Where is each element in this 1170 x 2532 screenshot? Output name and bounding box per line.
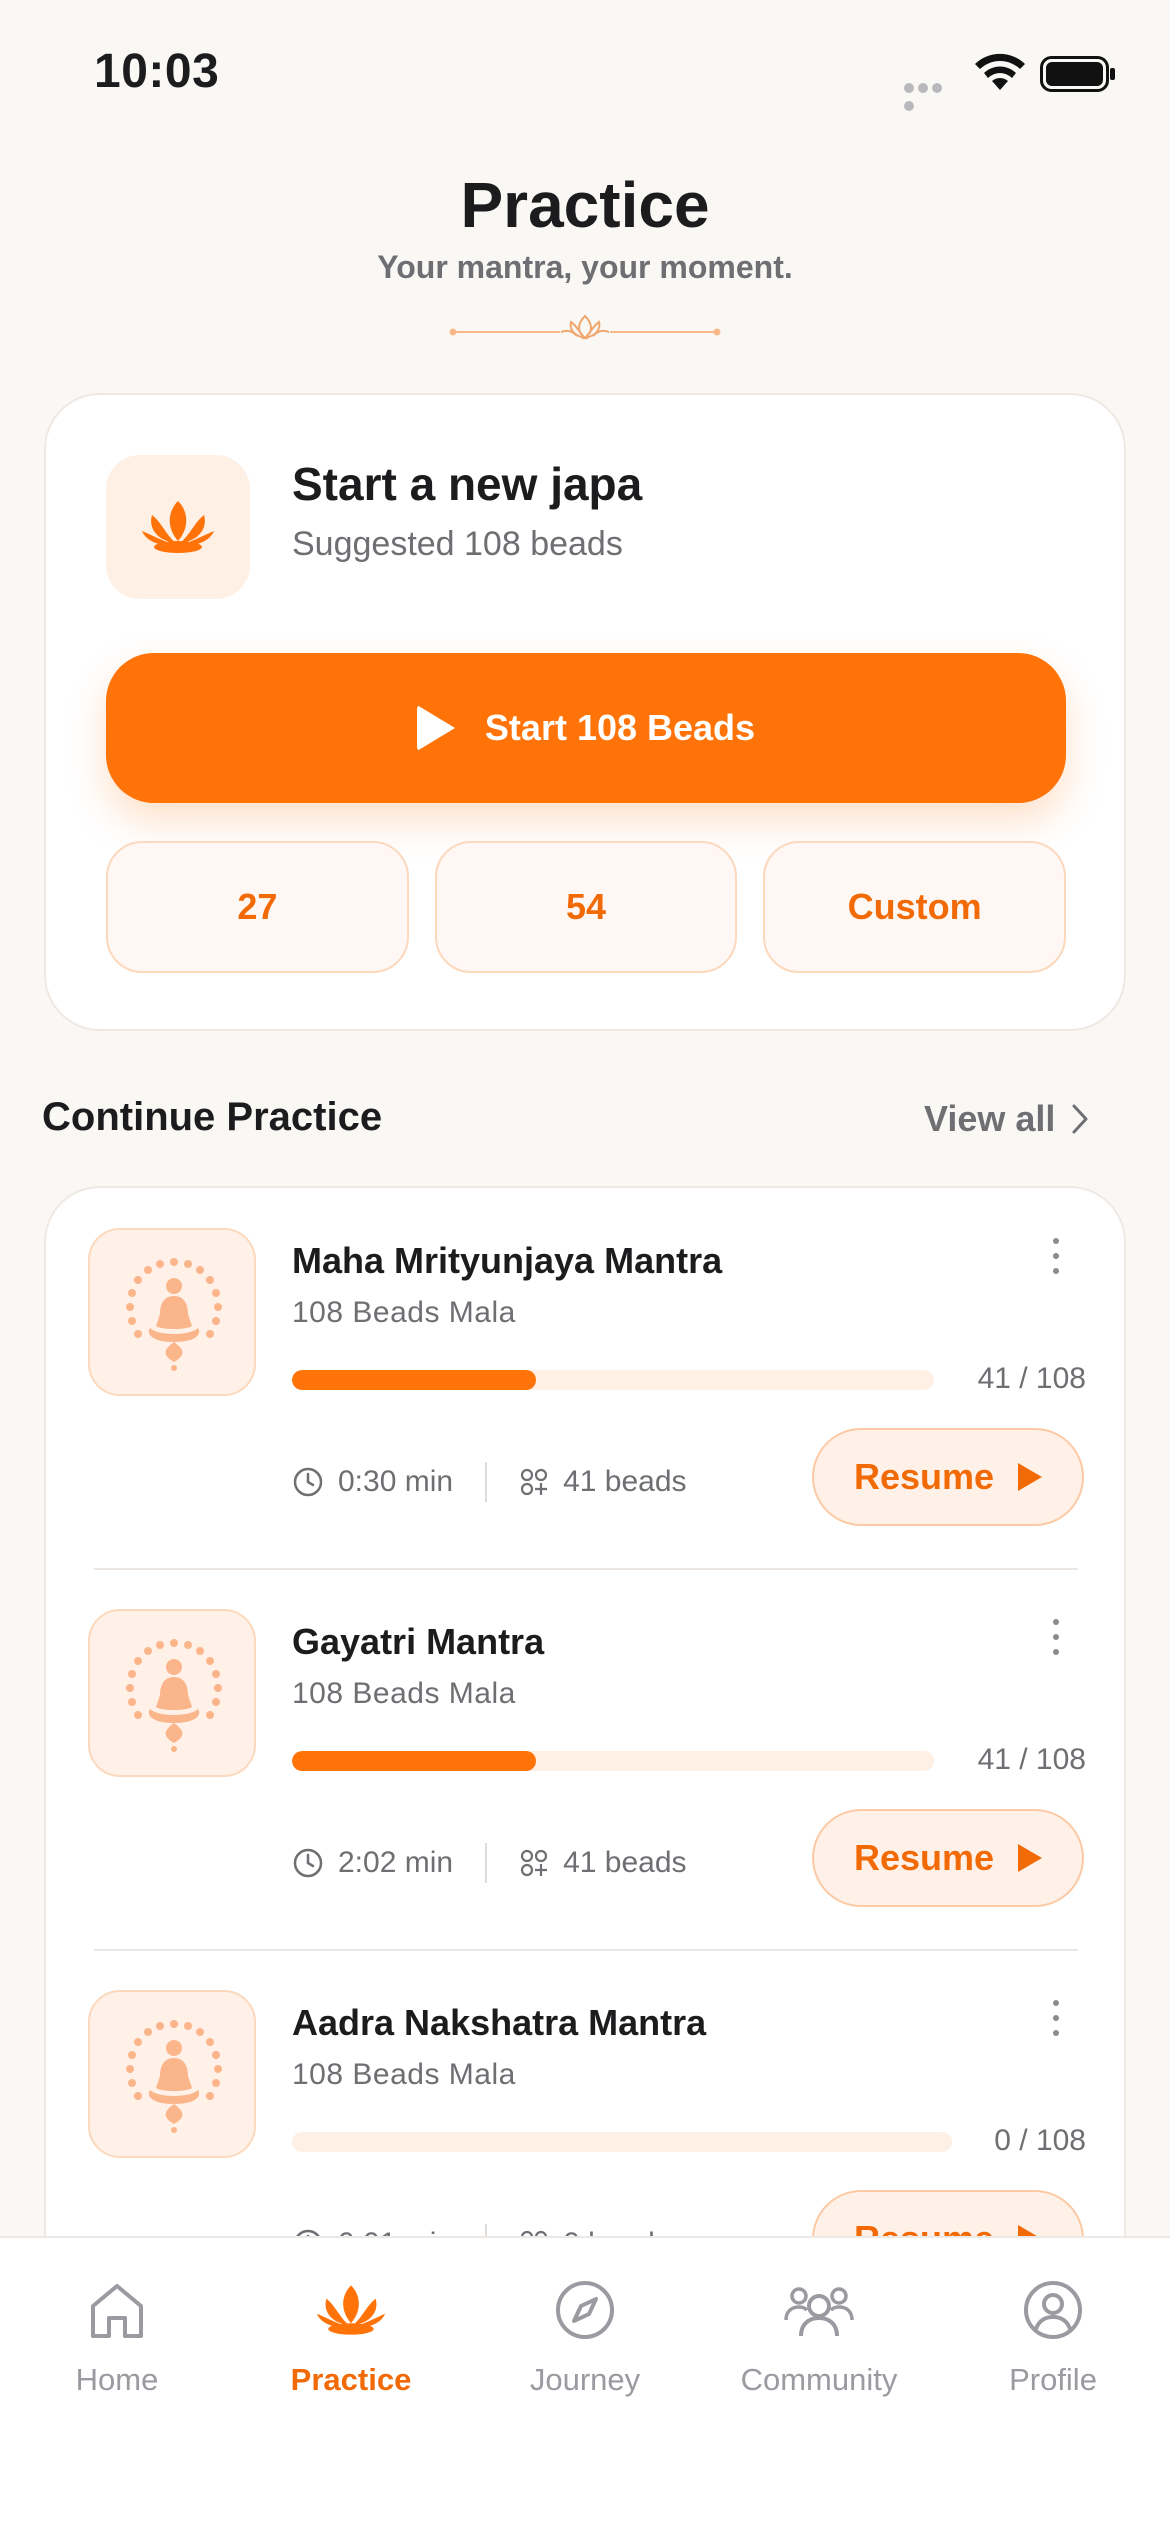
session-meta: 0:30 min 41 beads	[292, 1460, 687, 1504]
more-options-icon[interactable]	[1046, 1238, 1066, 1282]
view-all-label: View all	[924, 1098, 1056, 1139]
new-japa-title: Start a new japa	[292, 458, 643, 510]
progress-bar	[292, 2132, 952, 2152]
mantra-name: Gayatri Mantra	[292, 1621, 545, 1662]
progress-label: 41 / 108	[977, 1743, 1086, 1776]
resume-button[interactable]: Resume	[812, 1428, 1084, 1526]
quick-bead-options: 27 54 Custom	[106, 841, 1067, 973]
bottom-tab-bar: Home Practice Journey Community Profile	[0, 2236, 1170, 2532]
tab-community-label: Community	[740, 2362, 898, 2397]
mantra-avatar	[88, 1990, 256, 2158]
mantra-avatar	[88, 1609, 256, 1777]
meditation-icon	[126, 1258, 222, 1371]
session-meta: 2:02 min 41 beads	[292, 1841, 687, 1885]
clock-icon	[293, 1848, 323, 1878]
page-title: Practice	[460, 169, 710, 241]
bead-count: 41 beads	[563, 1846, 687, 1879]
battery-icon	[1040, 56, 1115, 92]
mantra-name: Maha Mrityunjaya Mantra	[292, 1240, 723, 1281]
tab-profile[interactable]: Profile	[936, 2278, 1170, 2398]
more-options-icon[interactable]	[1046, 2000, 1066, 2044]
progress-label: 0 / 108	[994, 2124, 1086, 2157]
list-item[interactable]: Gayatri Mantra 108 Beads Mala 41 / 108 2…	[46, 1569, 1124, 1949]
start-108-beads-button[interactable]: Start 108 Beads	[106, 653, 1066, 803]
tab-practice[interactable]: Practice	[234, 2278, 468, 2398]
mala-type: 108 Beads Mala	[292, 1296, 516, 1329]
new-japa-subtitle: Suggested 108 beads	[292, 525, 623, 563]
new-japa-card: Start a new japa Suggested 108 beads Sta…	[44, 393, 1126, 1031]
profile-icon	[1024, 2281, 1082, 2339]
compass-icon	[556, 2281, 614, 2339]
continue-practice-title: Continue Practice	[42, 1095, 383, 1139]
tab-profile-label: Profile	[1009, 2362, 1097, 2397]
wifi-icon	[975, 53, 1025, 90]
resume-label: Resume	[853, 1456, 995, 1497]
progress-bar	[292, 1751, 934, 1771]
more-options-icon[interactable]	[1046, 1619, 1066, 1663]
progress-bar	[292, 1370, 934, 1390]
page-subtitle: Your mantra, your moment.	[377, 249, 793, 285]
resume-button[interactable]: Resume	[812, 1809, 1084, 1907]
status-bar: 10:03	[0, 0, 1170, 150]
list-item[interactable]: Maha Mrityunjaya Mantra 108 Beads Mala 4…	[46, 1188, 1124, 1568]
lotus-tile	[106, 455, 250, 599]
progress-fill	[292, 1751, 536, 1771]
lotus-icon	[142, 501, 214, 553]
page-header: Practice Your mantra, your moment.	[0, 165, 1170, 286]
bead-count: 41 beads	[563, 1465, 687, 1498]
start-button-label: Start 108 Beads	[484, 707, 756, 748]
tab-practice-label: Practice	[290, 2362, 412, 2397]
tab-journey-label: Journey	[529, 2362, 641, 2397]
lotus-divider-icon	[449, 314, 721, 340]
quick-option-custom-button[interactable]: Custom	[763, 841, 1067, 973]
meta-divider	[485, 1462, 488, 1502]
session-time: 2:02 min	[338, 1846, 454, 1879]
chevron-right-icon	[1072, 1104, 1088, 1134]
mala-type: 108 Beads Mala	[292, 1677, 516, 1710]
progress-fill	[292, 1370, 536, 1390]
community-icon	[784, 2287, 854, 2337]
lotus-icon	[316, 2285, 386, 2335]
meta-divider	[485, 1843, 488, 1883]
home-icon	[91, 2284, 143, 2338]
tab-home-label: Home	[75, 2362, 159, 2397]
meditation-icon	[126, 1639, 222, 1752]
mala-type: 108 Beads Mala	[292, 2058, 516, 2091]
play-icon	[1018, 1844, 1043, 1872]
clock-icon	[293, 1467, 323, 1497]
tab-community[interactable]: Community	[702, 2278, 936, 2398]
status-time: 10:03	[94, 45, 220, 98]
quick-option-54-button[interactable]: 54	[434, 841, 738, 973]
quick-option-27-button[interactable]: 27	[106, 841, 409, 973]
cellular-signal-icon	[904, 80, 958, 111]
meditation-icon	[126, 2020, 222, 2133]
session-time: 0:30 min	[338, 1465, 454, 1498]
play-icon	[1018, 1463, 1043, 1491]
resume-label: Resume	[853, 1837, 995, 1878]
tab-home[interactable]: Home	[0, 2278, 234, 2398]
beads-icon	[520, 1468, 548, 1496]
play-icon	[416, 705, 455, 751]
beads-icon	[520, 1849, 548, 1877]
progress-label: 41 / 108	[977, 1362, 1086, 1395]
mantra-name: Aadra Nakshatra Mantra	[292, 2002, 707, 2043]
tab-journey[interactable]: Journey	[468, 2278, 702, 2398]
mantra-avatar	[88, 1228, 256, 1396]
view-all-link[interactable]: View all	[924, 1098, 1089, 1140]
